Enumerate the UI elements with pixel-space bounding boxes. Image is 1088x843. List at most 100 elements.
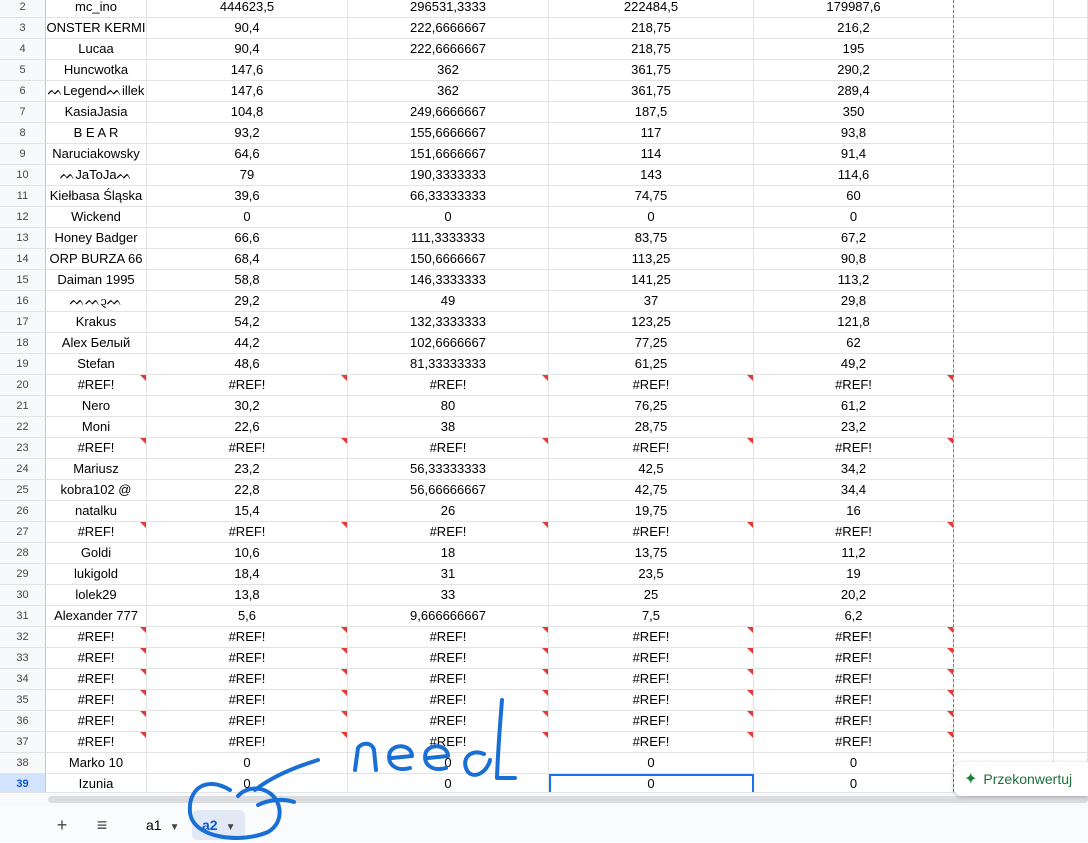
sheet-tab-a2[interactable]: a2 ▼ (192, 810, 246, 840)
add-sheet-button[interactable]: + (50, 812, 74, 838)
player-name-cell[interactable]: #REF! (46, 669, 147, 690)
row-number[interactable]: 26 (0, 501, 46, 522)
value-cell[interactable]: 23,5 (549, 564, 754, 585)
player-name-cell[interactable]: Lucaa (46, 39, 147, 60)
error-marker-icon[interactable] (747, 627, 753, 633)
value-cell[interactable]: 79 (147, 165, 348, 186)
value-cell[interactable]: 29,8 (754, 291, 954, 312)
empty-cell[interactable] (954, 690, 1054, 711)
value-cell[interactable]: #REF! (549, 690, 754, 711)
player-name-cell[interactable]: Marko 10 (46, 753, 147, 774)
row-number[interactable]: 14 (0, 249, 46, 270)
player-name-cell[interactable]: #REF! (46, 648, 147, 669)
row-number[interactable]: 10 (0, 165, 46, 186)
value-cell[interactable]: #REF! (147, 648, 348, 669)
value-cell[interactable]: 147,6 (147, 60, 348, 81)
empty-cell[interactable] (954, 81, 1054, 102)
empty-cell[interactable] (954, 522, 1054, 543)
empty-cell[interactable] (1054, 102, 1088, 123)
all-sheets-button[interactable]: ≡ (90, 812, 114, 838)
row-number[interactable]: 28 (0, 543, 46, 564)
value-cell[interactable]: 58,8 (147, 270, 348, 291)
value-cell[interactable]: #REF! (754, 627, 954, 648)
empty-cell[interactable] (954, 732, 1054, 753)
value-cell[interactable]: 141,25 (549, 270, 754, 291)
empty-cell[interactable] (1054, 39, 1088, 60)
value-cell[interactable]: #REF! (549, 648, 754, 669)
value-cell[interactable]: #REF! (549, 732, 754, 753)
value-cell[interactable]: 49,2 (754, 354, 954, 375)
value-cell[interactable]: 6,2 (754, 606, 954, 627)
empty-cell[interactable] (954, 60, 1054, 81)
value-cell[interactable]: #REF! (348, 648, 549, 669)
error-marker-icon[interactable] (341, 522, 347, 528)
value-cell[interactable]: 34,4 (754, 480, 954, 501)
empty-cell[interactable] (1054, 396, 1088, 417)
value-cell[interactable]: 90,4 (147, 39, 348, 60)
empty-cell[interactable] (954, 102, 1054, 123)
value-cell[interactable]: 190,3333333 (348, 165, 549, 186)
value-cell[interactable]: 147,6 (147, 81, 348, 102)
empty-cell[interactable] (1054, 333, 1088, 354)
value-cell[interactable]: #REF! (147, 669, 348, 690)
empty-cell[interactable] (954, 648, 1054, 669)
value-cell[interactable]: 66,33333333 (348, 186, 549, 207)
value-cell[interactable]: 23,2 (754, 417, 954, 438)
empty-cell[interactable] (1054, 354, 1088, 375)
empty-cell[interactable] (954, 123, 1054, 144)
empty-cell[interactable] (954, 459, 1054, 480)
error-marker-icon[interactable] (341, 375, 347, 381)
row-number[interactable]: 3 (0, 18, 46, 39)
row-number[interactable]: 24 (0, 459, 46, 480)
value-cell[interactable]: 104,8 (147, 102, 348, 123)
value-cell[interactable]: 13,75 (549, 543, 754, 564)
value-cell[interactable]: 26 (348, 501, 549, 522)
error-marker-icon[interactable] (140, 669, 146, 675)
player-name-cell[interactable]: ONSTER KERMI (46, 18, 147, 39)
value-cell[interactable]: 0 (348, 207, 549, 228)
row-number[interactable]: 5 (0, 60, 46, 81)
empty-cell[interactable] (954, 333, 1054, 354)
value-cell[interactable]: #REF! (348, 732, 549, 753)
value-cell[interactable]: 20,2 (754, 585, 954, 606)
value-cell[interactable]: #REF! (754, 669, 954, 690)
value-cell[interactable]: 102,6666667 (348, 333, 549, 354)
value-cell[interactable]: 67,2 (754, 228, 954, 249)
player-name-cell[interactable]: Goldi (46, 543, 147, 564)
value-cell[interactable]: 42,75 (549, 480, 754, 501)
empty-cell[interactable] (954, 627, 1054, 648)
value-cell[interactable]: 143 (549, 165, 754, 186)
player-name-cell[interactable]: ᨓᨓ᧓ᨓ (46, 291, 147, 312)
empty-cell[interactable] (954, 186, 1054, 207)
row-number[interactable]: 31 (0, 606, 46, 627)
error-marker-icon[interactable] (747, 522, 753, 528)
value-cell[interactable]: 83,75 (549, 228, 754, 249)
value-cell[interactable]: 249,6666667 (348, 102, 549, 123)
row-number[interactable]: 19 (0, 354, 46, 375)
value-cell[interactable]: 7,5 (549, 606, 754, 627)
error-marker-icon[interactable] (341, 438, 347, 444)
error-marker-icon[interactable] (341, 627, 347, 633)
empty-cell[interactable] (954, 39, 1054, 60)
row-number[interactable]: 34 (0, 669, 46, 690)
row-number[interactable]: 39 (0, 774, 46, 792)
player-name-cell[interactable]: Izunia (46, 774, 147, 792)
value-cell[interactable]: 90,4 (147, 18, 348, 39)
value-cell[interactable]: 150,6666667 (348, 249, 549, 270)
value-cell[interactable]: 77,25 (549, 333, 754, 354)
value-cell[interactable]: 0 (549, 753, 754, 774)
value-cell[interactable]: 187,5 (549, 102, 754, 123)
value-cell[interactable]: 350 (754, 102, 954, 123)
empty-cell[interactable] (954, 207, 1054, 228)
row-number[interactable]: 25 (0, 480, 46, 501)
row-number[interactable]: 16 (0, 291, 46, 312)
value-cell[interactable]: 61,2 (754, 396, 954, 417)
row-number[interactable]: 35 (0, 690, 46, 711)
row-number[interactable]: 30 (0, 585, 46, 606)
empty-cell[interactable] (954, 249, 1054, 270)
value-cell[interactable]: #REF! (348, 375, 549, 396)
empty-cell[interactable] (1054, 480, 1088, 501)
empty-cell[interactable] (954, 396, 1054, 417)
value-cell[interactable]: 30,2 (147, 396, 348, 417)
empty-cell[interactable] (1054, 249, 1088, 270)
